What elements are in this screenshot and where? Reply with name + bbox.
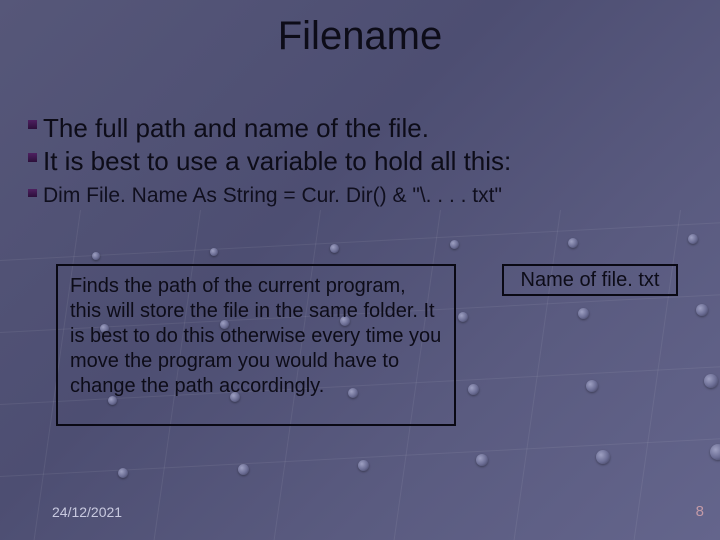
bullet-item: The full path and name of the file. bbox=[28, 112, 692, 145]
bullet-icon bbox=[28, 153, 37, 162]
bullet-item-sub: Dim File. Name As String = Cur. Dir() & … bbox=[28, 183, 692, 209]
bullet-icon bbox=[28, 189, 37, 197]
bullet-icon bbox=[28, 120, 37, 129]
callout-main: Finds the path of the current program, t… bbox=[56, 264, 456, 426]
slide: Filename The full path and name of the f… bbox=[0, 0, 720, 540]
footer-date: 24/12/2021 bbox=[52, 504, 122, 520]
footer-page-number: 8 bbox=[696, 503, 704, 520]
bullet-item: It is best to use a variable to hold all… bbox=[28, 145, 692, 178]
slide-body: The full path and name of the file. It i… bbox=[28, 112, 692, 209]
callout-side: Name of file. txt bbox=[502, 264, 678, 296]
slide-title: Filename bbox=[0, 14, 720, 59]
bullet-text: The full path and name of the file. bbox=[43, 112, 429, 145]
bullet-text-code: Dim File. Name As String = Cur. Dir() & … bbox=[43, 183, 502, 209]
bullet-text: It is best to use a variable to hold all… bbox=[43, 145, 511, 178]
